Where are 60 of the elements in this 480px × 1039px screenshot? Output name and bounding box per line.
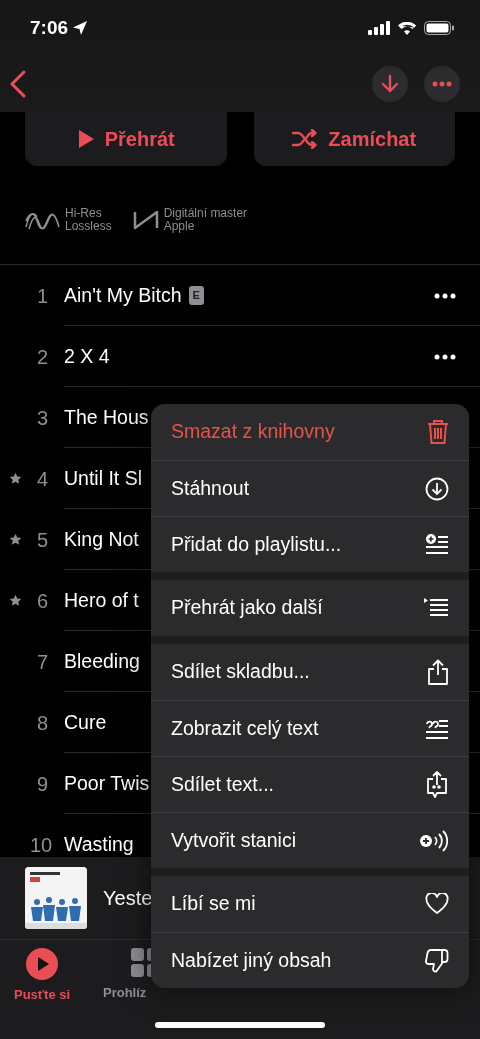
menu-item[interactable]: Přidat do playlistu... xyxy=(151,516,469,572)
track-number: 6 xyxy=(35,588,48,614)
track-number: 2 xyxy=(35,344,48,370)
track-title: Hero of t xyxy=(64,587,139,613)
menu-item[interactable]: Sdílet skladbu... xyxy=(151,644,469,700)
track-number: 9 xyxy=(35,771,48,797)
menu-item[interactable]: Stáhnout xyxy=(151,460,469,516)
ellipsis-icon xyxy=(432,81,452,87)
menu-item[interactable]: Smazat z knihovny xyxy=(151,404,469,460)
share-icon xyxy=(427,659,449,685)
track-title: Until It Sl xyxy=(64,465,143,491)
status-time: 7:06 xyxy=(30,15,69,40)
wifi-icon xyxy=(398,21,416,35)
menu-item[interactable]: Nabízet jiný obsah xyxy=(151,932,469,988)
play-button[interactable]: Přehrát xyxy=(25,112,227,166)
track-title: King Not xyxy=(64,526,139,552)
menu-item[interactable]: Vytvořit stanici xyxy=(151,812,469,868)
menu-item[interactable]: Přehrát jako další xyxy=(151,580,469,636)
heart-icon xyxy=(425,893,449,915)
speech-bubble-share-icon xyxy=(425,770,449,799)
hi-res-lossless-label: Hi-Res Lossless xyxy=(65,206,112,234)
shuffle-icon xyxy=(292,129,319,149)
battery-icon xyxy=(424,21,454,35)
play-icon xyxy=(76,129,95,149)
menu-item[interactable]: Líbí se mi xyxy=(151,876,469,932)
ellipsis-icon xyxy=(434,354,456,361)
download-icon xyxy=(425,476,449,501)
track-number: 3 xyxy=(35,405,48,431)
thumbs-down-icon xyxy=(425,947,449,974)
track-title: Bleeding xyxy=(64,648,140,674)
explicit-badge: E xyxy=(188,286,204,305)
location-icon xyxy=(72,20,89,36)
track-number: 8 xyxy=(35,710,48,736)
trash-icon xyxy=(427,419,449,445)
track-title: Ain't My Bitch xyxy=(64,282,182,308)
menu-item[interactable]: Sdílet text... xyxy=(151,756,469,812)
track-title: Cure xyxy=(64,709,107,735)
track-number: 1 xyxy=(35,283,48,309)
back-button[interactable] xyxy=(8,69,28,99)
play-circle-icon xyxy=(26,948,59,980)
track-title: 2 X 4 xyxy=(64,343,110,369)
song-title: Yeste xyxy=(103,886,153,911)
ellipsis-icon xyxy=(434,293,456,300)
queue-list-icon xyxy=(423,597,449,619)
track-title: The Hous xyxy=(64,404,149,430)
menu-item[interactable]: Zobrazit celý text xyxy=(151,700,469,756)
track-number: 7 xyxy=(35,649,48,675)
track-number: 5 xyxy=(35,527,48,553)
track-title: Poor Twis xyxy=(64,770,150,796)
track-number: 4 xyxy=(35,466,48,492)
radio-waves-icon xyxy=(419,829,449,852)
digital-master-label: Digitální master Apple xyxy=(163,206,248,234)
add-to-list-icon xyxy=(425,532,449,557)
download-button[interactable] xyxy=(372,66,408,102)
track-title: Wasting xyxy=(64,831,134,857)
tab[interactable]: Pusťte si xyxy=(14,948,71,1005)
shuffle-button[interactable]: Zamíchat xyxy=(253,112,455,166)
download-icon xyxy=(381,74,399,94)
signal-icon xyxy=(368,21,390,35)
quote-lines-icon xyxy=(425,717,449,740)
